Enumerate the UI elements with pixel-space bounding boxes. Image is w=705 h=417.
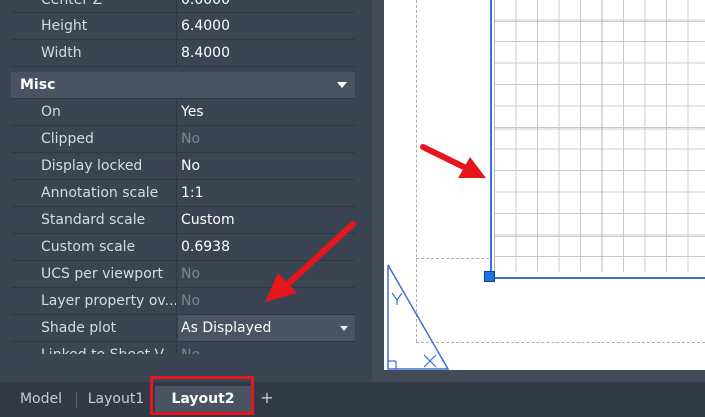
property-row-on[interactable]: On Yes	[11, 99, 355, 126]
property-row-shade-plot[interactable]: Shade plot As Displayed	[11, 315, 355, 342]
property-value[interactable]: 1:1	[178, 180, 355, 206]
property-name: Shade plot	[11, 315, 177, 341]
property-value[interactable]: 8.4000	[178, 40, 355, 66]
property-row-custom-scale[interactable]: Custom scale 0.6938	[11, 234, 355, 261]
property-row-clipped[interactable]: Clipped No	[11, 126, 355, 153]
layout-tab-bar: Model Layout1 Layout2 +	[0, 382, 705, 417]
property-name: Annotation scale	[11, 180, 177, 206]
property-row-ucs-per-viewport[interactable]: UCS per viewport No	[11, 261, 355, 288]
property-name: Center Z	[11, 0, 177, 12]
collapse-arrow-icon[interactable]	[337, 82, 347, 88]
property-value[interactable]: 0.6938	[178, 234, 355, 260]
property-row-standard-scale[interactable]: Standard scale Custom	[11, 207, 355, 234]
property-name: UCS per viewport	[11, 261, 177, 287]
section-header-misc[interactable]: Misc	[11, 72, 355, 99]
property-row-height[interactable]: Height 6.4000	[11, 13, 355, 40]
tab-model[interactable]: Model	[10, 386, 72, 412]
property-row-display-locked[interactable]: Display locked No	[11, 153, 355, 180]
viewport-grid-major	[494, 0, 705, 272]
tab-layout2[interactable]: Layout2	[155, 386, 251, 412]
section-label: Misc	[20, 77, 56, 93]
add-layout-icon[interactable]: +	[259, 386, 275, 412]
property-row-layer-property-ov[interactable]: Layer property ov... No	[11, 288, 355, 315]
property-name: Display locked	[11, 153, 177, 179]
property-name: Custom scale	[11, 234, 177, 260]
property-name: Clipped	[11, 126, 177, 152]
ucs-icon	[387, 264, 450, 370]
property-name: Width	[11, 40, 177, 66]
property-name: Layer property ov...	[11, 288, 177, 314]
tab-layout1[interactable]: Layout1	[82, 386, 150, 412]
property-name: On	[11, 99, 177, 125]
property-value: No	[178, 288, 355, 314]
property-row-width[interactable]: Width 8.4000	[11, 40, 355, 67]
panel-footer	[0, 354, 372, 382]
tab-divider	[76, 392, 77, 408]
property-row-annotation-scale[interactable]: Annotation scale 1:1	[11, 180, 355, 207]
properties-panel: Center Z 0.0000 Height 6.4000 Width 8.40…	[0, 0, 372, 382]
viewport-corner-grip[interactable]	[484, 271, 495, 282]
property-row-center-z[interactable]: Center Z 0.0000	[11, 0, 355, 13]
property-value: No	[178, 261, 355, 287]
layout-viewport[interactable]	[490, 0, 705, 279]
chevron-down-icon[interactable]	[340, 326, 348, 331]
property-value: No	[178, 126, 355, 152]
properties-table: Center Z 0.0000 Height 6.4000 Width 8.40…	[11, 0, 355, 369]
property-name: Height	[11, 13, 177, 39]
property-value[interactable]: Custom	[178, 207, 355, 233]
printable-margin-bottom	[416, 342, 705, 343]
property-value[interactable]: No	[178, 153, 355, 179]
property-value[interactable]: 6.4000	[178, 13, 355, 39]
shade-plot-select[interactable]: As Displayed	[178, 315, 355, 341]
property-value[interactable]: Yes	[178, 99, 355, 125]
property-value[interactable]: 0.0000	[178, 0, 355, 12]
property-name: Standard scale	[11, 207, 177, 233]
panel-left-strip	[0, 0, 11, 354]
